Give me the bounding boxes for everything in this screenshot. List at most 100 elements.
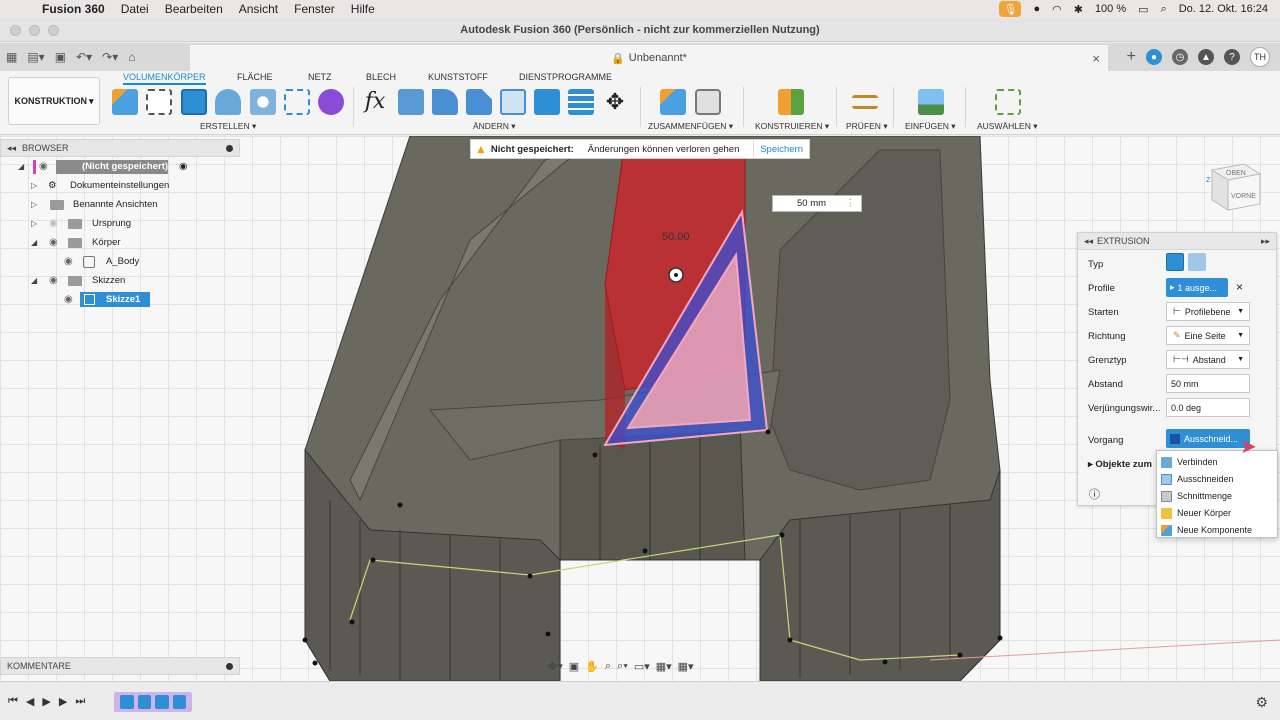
tree-item-benannte-ansichten[interactable]: ▷ Benannte Ansichten: [0, 195, 240, 214]
group-pruefen[interactable]: PRÜFEN ▾: [846, 121, 888, 132]
fillet-icon[interactable]: [432, 89, 458, 115]
close-tab-icon[interactable]: ×: [1092, 51, 1100, 66]
revolve-icon[interactable]: [215, 89, 241, 115]
wifi-icon[interactable]: ◠: [1052, 3, 1062, 16]
clock-icon[interactable]: ◷: [1172, 49, 1188, 65]
group-einfuegen[interactable]: EINFÜGEN ▾: [905, 121, 956, 132]
extent-type-select[interactable]: ⊢⊣ Abstand ▼: [1166, 350, 1250, 369]
distance-input[interactable]: 50 mm: [1166, 374, 1250, 393]
new-component-icon[interactable]: [112, 89, 138, 115]
tree-root[interactable]: ◢ ◉ (Nicht gespeichert) ◉: [0, 157, 240, 176]
joint-icon[interactable]: [695, 89, 721, 115]
eye-icon[interactable]: ◉: [49, 237, 58, 248]
new-tab-icon[interactable]: +: [1127, 48, 1136, 66]
orbit-icon[interactable]: ✥▾: [548, 660, 563, 673]
option-neue-komponente[interactable]: Neue Komponente: [1161, 522, 1252, 538]
group-zusammenfuegen[interactable]: ZUSAMMENFÜGEN ▾: [648, 121, 733, 132]
panel-pin-icon[interactable]: [226, 662, 233, 670]
thin-type-icon[interactable]: [1188, 253, 1206, 271]
zoom-window-button[interactable]: [48, 25, 59, 36]
group-konstruieren[interactable]: KONSTRUIEREN ▾: [755, 121, 829, 132]
view-cube[interactable]: OBEN VORNE Z: [1204, 160, 1264, 216]
split-body-icon[interactable]: [568, 89, 594, 115]
save-link[interactable]: Speichern: [753, 140, 809, 158]
solid-type-icon[interactable]: [1166, 253, 1184, 271]
minimize-window-button[interactable]: [29, 25, 40, 36]
press-pull-icon[interactable]: [398, 89, 424, 115]
option-verbinden[interactable]: Verbinden: [1161, 454, 1218, 470]
grid-settings-icon[interactable]: ▦▾: [656, 660, 672, 673]
display-settings-icon[interactable]: ▭▾: [634, 660, 650, 673]
undo-icon[interactable]: ↶▾: [76, 50, 92, 64]
new-component-assemble-icon[interactable]: [660, 89, 686, 115]
extrude-icon[interactable]: [181, 89, 207, 115]
clear-selection-icon[interactable]: ×: [1236, 280, 1243, 294]
timeline-feature[interactable]: [120, 695, 134, 709]
home-icon[interactable]: ⌂: [128, 50, 135, 64]
group-auswaehlen[interactable]: AUSWÄHLEN ▾: [977, 121, 1037, 132]
combine-icon[interactable]: [534, 89, 560, 115]
avatar[interactable]: TH: [1250, 47, 1270, 67]
shell-icon[interactable]: [500, 89, 526, 115]
document-tab[interactable]: 🔒 Unbenannt* ×: [190, 45, 1108, 71]
tab-volumenkoerper[interactable]: VOLUMENKÖRPER: [123, 72, 206, 85]
move-icon[interactable]: ✥: [602, 89, 628, 115]
tree-item-a-body[interactable]: ◉ A_Body: [0, 252, 240, 271]
create-sketch-icon[interactable]: [146, 89, 172, 115]
group-aendern[interactable]: ÄNDERN ▾: [473, 121, 516, 132]
menu-hilfe[interactable]: Hilfe: [351, 2, 375, 16]
help-icon[interactable]: ?: [1224, 49, 1240, 65]
extrusion-header[interactable]: ◂◂ EXTRUSION ▸▸: [1078, 233, 1276, 250]
tab-dienstprogramme[interactable]: DIENSTPROGRAMME: [519, 72, 612, 82]
collapse-icon[interactable]: ◂◂: [1084, 236, 1093, 247]
menu-bearbeiten[interactable]: Bearbeiten: [165, 2, 223, 16]
taper-angle-input[interactable]: 0.0 deg: [1166, 398, 1250, 417]
info-icon[interactable]: ⓘ: [1089, 486, 1100, 502]
objects-to-cut-row[interactable]: ▸ Objekte zum: [1088, 459, 1152, 470]
comments-header[interactable]: KOMMENTARE: [0, 657, 240, 675]
battery-icon[interactable]: ▭: [1138, 3, 1148, 16]
pan-icon[interactable]: ✋: [585, 660, 599, 673]
timeline-feature[interactable]: [172, 695, 186, 709]
chamfer-icon[interactable]: [466, 89, 492, 115]
play-icon[interactable]: ▶: [42, 695, 50, 708]
pattern-icon[interactable]: [284, 89, 310, 115]
menu-app-name[interactable]: Fusion 360: [42, 2, 105, 16]
menu-fenster[interactable]: Fenster: [294, 2, 335, 16]
save-icon[interactable]: ▣: [55, 50, 66, 64]
timeline-feature[interactable]: [155, 695, 169, 709]
eye-icon[interactable]: ◉: [49, 218, 58, 229]
eye-icon[interactable]: ◉: [64, 294, 73, 305]
insert-image-icon[interactable]: [918, 89, 944, 115]
tab-netz[interactable]: NETZ: [308, 72, 332, 82]
eye-icon[interactable]: ◉: [64, 256, 73, 267]
operation-select[interactable]: Ausschneid...: [1166, 429, 1250, 448]
select-icon[interactable]: [995, 89, 1021, 115]
tree-item-koerper[interactable]: ◢ ◉ Körper: [0, 233, 240, 252]
step-back-icon[interactable]: ◀: [26, 695, 34, 708]
panel-pin-icon[interactable]: [226, 144, 233, 152]
tab-flaeche[interactable]: FLÄCHE: [237, 72, 273, 82]
eye-icon[interactable]: ◉: [49, 275, 58, 286]
timeline-features[interactable]: [114, 692, 192, 712]
menu-datei[interactable]: Datei: [121, 2, 149, 16]
create-form-icon[interactable]: [318, 89, 344, 115]
go-to-start-icon[interactable]: ⏮: [8, 695, 18, 708]
bluetooth-icon[interactable]: ✱: [1074, 3, 1083, 16]
radio-icon[interactable]: ◉: [179, 161, 187, 172]
go-to-end-icon[interactable]: ⏭: [75, 695, 85, 708]
option-schnittmenge[interactable]: Schnittmenge: [1161, 488, 1232, 504]
step-forward-icon[interactable]: ▶: [59, 695, 67, 708]
offset-plane-icon[interactable]: [778, 89, 804, 115]
eye-icon[interactable]: ◉: [39, 161, 48, 172]
job-status-icon[interactable]: ●: [1146, 49, 1162, 65]
tree-item-dokumenteinstellungen[interactable]: ▷ ⚙ Dokumenteinstellungen: [0, 176, 240, 195]
measure-icon[interactable]: [852, 95, 878, 109]
workspace-selector[interactable]: KONSTRUKTION ▾: [8, 77, 100, 125]
zoom-icon[interactable]: ⌕: [605, 660, 611, 673]
profile-selection[interactable]: ▸ 1 ausge...: [1166, 278, 1228, 297]
tree-item-ursprung[interactable]: ▷ ◉ Ursprung: [0, 214, 240, 233]
distance-dimension-input[interactable]: 50 mm ⋮: [772, 195, 862, 212]
notification-icon[interactable]: ▲: [1198, 49, 1214, 65]
grid-menu-icon[interactable]: ▦: [6, 50, 17, 64]
